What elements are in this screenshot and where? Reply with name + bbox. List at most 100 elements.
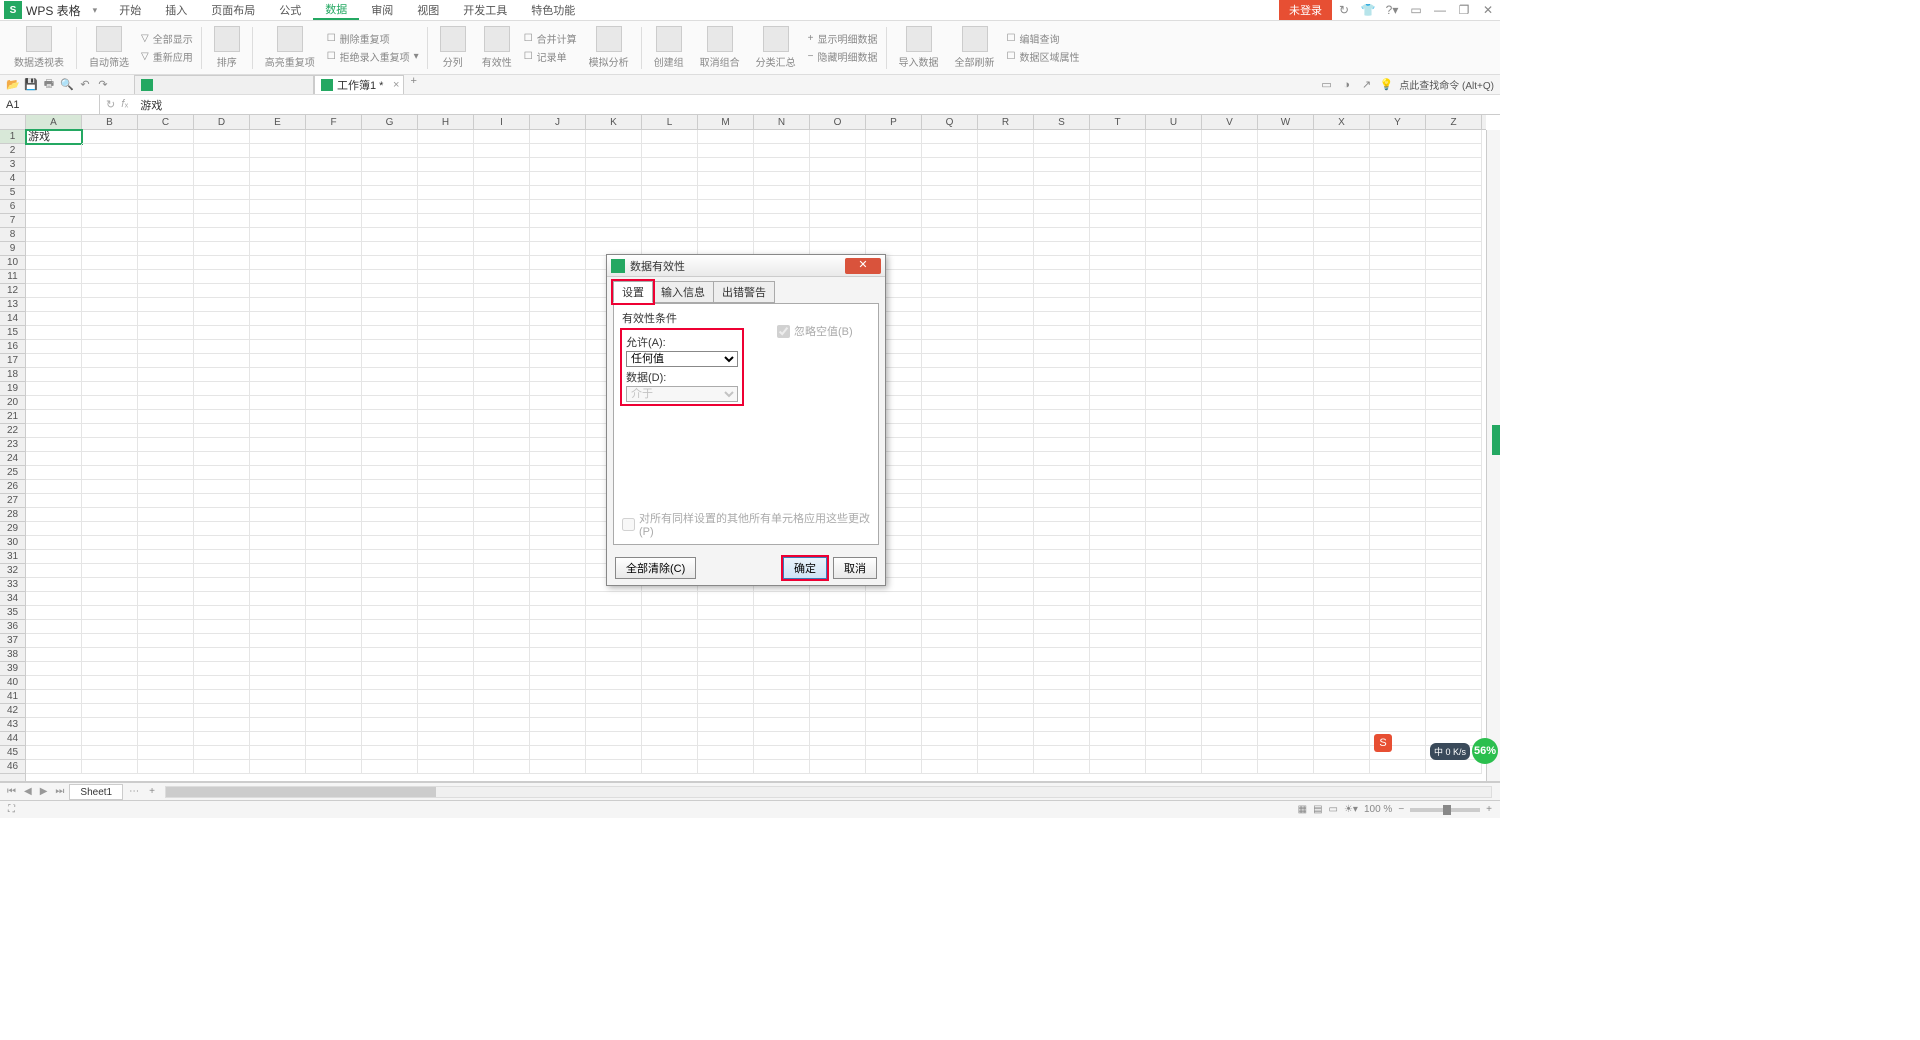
cell[interactable] bbox=[1370, 200, 1426, 214]
cell[interactable] bbox=[194, 312, 250, 326]
cell[interactable] bbox=[1202, 354, 1258, 368]
cell[interactable] bbox=[26, 648, 82, 662]
cell[interactable] bbox=[362, 284, 418, 298]
cell[interactable] bbox=[1370, 704, 1426, 718]
cell[interactable] bbox=[306, 326, 362, 340]
cell[interactable] bbox=[1090, 718, 1146, 732]
qa-right-icon1[interactable]: ▭ bbox=[1320, 78, 1334, 92]
cell[interactable] bbox=[1146, 634, 1202, 648]
cell[interactable] bbox=[978, 550, 1034, 564]
cell[interactable] bbox=[922, 228, 978, 242]
cell[interactable] bbox=[26, 620, 82, 634]
cell[interactable] bbox=[642, 620, 698, 634]
cell[interactable] bbox=[418, 312, 474, 326]
cell[interactable] bbox=[418, 508, 474, 522]
cell[interactable] bbox=[642, 606, 698, 620]
cell[interactable] bbox=[250, 746, 306, 760]
cell[interactable] bbox=[306, 242, 362, 256]
cell[interactable] bbox=[922, 214, 978, 228]
cell[interactable] bbox=[138, 424, 194, 438]
cell[interactable] bbox=[306, 592, 362, 606]
cell[interactable] bbox=[474, 438, 530, 452]
cell[interactable] bbox=[362, 718, 418, 732]
cell[interactable] bbox=[1202, 466, 1258, 480]
cell[interactable] bbox=[250, 144, 306, 158]
cell[interactable] bbox=[1258, 760, 1314, 774]
cell[interactable] bbox=[922, 704, 978, 718]
cell[interactable] bbox=[754, 718, 810, 732]
cell[interactable] bbox=[1202, 326, 1258, 340]
row-header[interactable]: 41 bbox=[0, 690, 25, 704]
cell[interactable] bbox=[26, 508, 82, 522]
cell[interactable] bbox=[1314, 130, 1370, 144]
cell[interactable] bbox=[1146, 186, 1202, 200]
cell[interactable] bbox=[362, 200, 418, 214]
cell[interactable] bbox=[250, 130, 306, 144]
cell[interactable] bbox=[1146, 214, 1202, 228]
menu-tab-review[interactable]: 审阅 bbox=[359, 0, 405, 20]
cell[interactable] bbox=[922, 732, 978, 746]
cell[interactable] bbox=[82, 648, 138, 662]
row-header[interactable]: 24 bbox=[0, 452, 25, 466]
cell[interactable] bbox=[1314, 228, 1370, 242]
cell[interactable] bbox=[362, 130, 418, 144]
cell[interactable] bbox=[418, 130, 474, 144]
cell[interactable] bbox=[362, 354, 418, 368]
row-header[interactable]: 45 bbox=[0, 746, 25, 760]
cell[interactable] bbox=[1090, 452, 1146, 466]
cell[interactable] bbox=[754, 130, 810, 144]
cell[interactable] bbox=[698, 200, 754, 214]
cell[interactable] bbox=[754, 200, 810, 214]
cell[interactable] bbox=[138, 522, 194, 536]
cell[interactable] bbox=[1426, 144, 1482, 158]
cell[interactable] bbox=[1258, 200, 1314, 214]
cell[interactable] bbox=[194, 564, 250, 578]
cell[interactable] bbox=[194, 508, 250, 522]
cell[interactable] bbox=[1314, 564, 1370, 578]
cell[interactable] bbox=[138, 312, 194, 326]
ribbon-remove-dup[interactable]: ☐ 删除重复项 bbox=[323, 30, 423, 47]
qa-right-icon2[interactable]: ◑ bbox=[1340, 78, 1354, 92]
cell[interactable] bbox=[1314, 578, 1370, 592]
cell[interactable] bbox=[698, 158, 754, 172]
row-header[interactable]: 38 bbox=[0, 648, 25, 662]
cell[interactable] bbox=[530, 452, 586, 466]
cell[interactable] bbox=[810, 158, 866, 172]
cell[interactable] bbox=[194, 424, 250, 438]
cell[interactable] bbox=[642, 200, 698, 214]
accelerator-badge[interactable]: 56% bbox=[1472, 738, 1498, 764]
cell[interactable] bbox=[1370, 662, 1426, 676]
cell[interactable] bbox=[1202, 424, 1258, 438]
cell[interactable] bbox=[1258, 648, 1314, 662]
cell[interactable] bbox=[474, 382, 530, 396]
cell[interactable] bbox=[530, 340, 586, 354]
cell[interactable] bbox=[1370, 340, 1426, 354]
cell[interactable] bbox=[194, 270, 250, 284]
cell[interactable] bbox=[530, 326, 586, 340]
cell[interactable] bbox=[1258, 242, 1314, 256]
cell[interactable] bbox=[1314, 452, 1370, 466]
cell[interactable] bbox=[306, 760, 362, 774]
cell[interactable] bbox=[1034, 256, 1090, 270]
cell[interactable] bbox=[26, 466, 82, 480]
cell[interactable] bbox=[362, 424, 418, 438]
cell[interactable] bbox=[530, 480, 586, 494]
cell[interactable] bbox=[82, 606, 138, 620]
cell[interactable] bbox=[1202, 634, 1258, 648]
cell[interactable] bbox=[1426, 242, 1482, 256]
cell[interactable] bbox=[1146, 452, 1202, 466]
menu-tab-dev[interactable]: 开发工具 bbox=[451, 0, 519, 20]
cell[interactable] bbox=[698, 676, 754, 690]
cell[interactable] bbox=[194, 284, 250, 298]
cell[interactable] bbox=[138, 256, 194, 270]
cell[interactable] bbox=[922, 620, 978, 634]
cell[interactable] bbox=[362, 466, 418, 480]
ribbon-group[interactable]: 创建组 bbox=[646, 24, 692, 71]
cell[interactable] bbox=[474, 368, 530, 382]
cell[interactable] bbox=[26, 382, 82, 396]
cell[interactable] bbox=[82, 690, 138, 704]
cell[interactable] bbox=[1034, 158, 1090, 172]
cell[interactable] bbox=[1034, 396, 1090, 410]
cell[interactable] bbox=[754, 732, 810, 746]
cell[interactable] bbox=[978, 662, 1034, 676]
